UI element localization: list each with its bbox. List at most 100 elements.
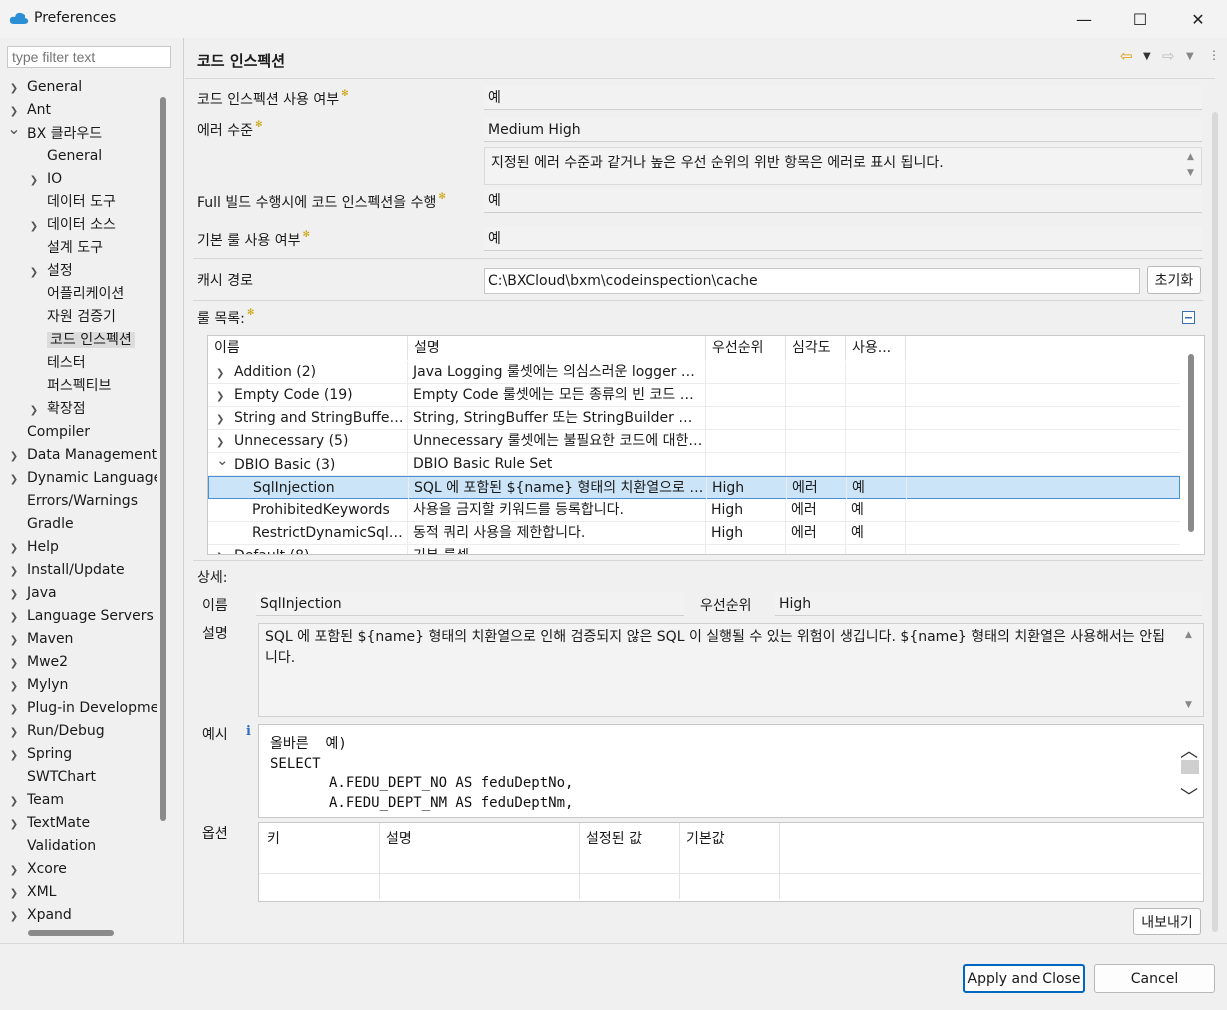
chevron-right-icon[interactable]: ❯ [27, 216, 41, 238]
apply-and-close-button[interactable]: Apply and Close [963, 964, 1085, 993]
scroll-down-icon[interactable]: ▼ [1185, 700, 1192, 710]
example-code-box[interactable]: 올바른 예) SELECT A.FEDU_DEPT_NO AS feduDept… [258, 724, 1204, 818]
forward-dropdown-icon[interactable]: ▼ [1186, 51, 1194, 62]
tree-item[interactable]: ❯ XML [7, 881, 57, 905]
chevron-right-icon[interactable]: ❯ [216, 362, 234, 383]
tree-item[interactable]: 데이터 도구 [27, 191, 116, 213]
chevron-right-icon[interactable]: ❯ [7, 584, 21, 606]
rule-table-row[interactable]: RestrictDynamicSqlRule 동적 쿼리 사용을 제한합니다. Hi… [208, 522, 1180, 545]
tree-item[interactable]: ❯ Run/Debug [7, 720, 105, 742]
example-scroll-thumb[interactable] [1181, 760, 1199, 774]
tree-item[interactable]: ❯ Java [7, 582, 57, 604]
error-level-value[interactable]: Medium High [484, 118, 1202, 142]
chevron-right-icon[interactable]: ❯ [7, 791, 21, 813]
scroll-up-icon[interactable]: ▲ [1187, 152, 1194, 162]
minimize-button[interactable]: — [1061, 0, 1107, 38]
chevron-right-icon[interactable]: ❯ [7, 607, 21, 629]
rule-table-row[interactable]: ProhibitedKeywords 사용을 금지할 키워드를 등록합니다. Hig… [208, 499, 1180, 522]
tree-item[interactable]: ❯ General [7, 76, 82, 98]
rule-table-row[interactable]: ❯ Empty Code (19) Empty Code 룰셋에는 모든 종류의 빈… [208, 384, 1180, 407]
rule-table-row[interactable]: ❯ Addition (2) Java Logging 룰셋에는 의심스러운 log… [208, 361, 1180, 384]
close-button[interactable]: ✕ [1175, 0, 1221, 38]
view-menu-icon[interactable]: ⋮ [1208, 48, 1220, 62]
export-button[interactable]: 내보내기 [1133, 908, 1201, 935]
tree-item[interactable]: SWTChart [7, 766, 96, 788]
chevron-right-icon[interactable]: ❯ [216, 431, 234, 452]
column-header-description[interactable]: 설명 [408, 336, 706, 360]
tree-item[interactable]: ❯ Help [7, 536, 59, 558]
filter-input[interactable] [7, 46, 171, 68]
tree-vertical-scrollbar[interactable] [160, 97, 166, 821]
rule-table-scrollbar[interactable] [1188, 354, 1194, 532]
tree-item[interactable]: ❯ TextMate [7, 812, 90, 834]
tree-item[interactable]: ❯ Dynamic Languages [7, 467, 157, 489]
chevron-right-icon[interactable]: ❯ [7, 78, 21, 100]
tree-item[interactable]: ❯ Xcore [7, 858, 67, 880]
tree-item[interactable]: ❯ Language Servers [7, 605, 154, 627]
chevron-down-icon[interactable]: ⌄ [7, 118, 21, 140]
tree-item[interactable]: 설계 도구 [27, 237, 103, 259]
chevron-right-icon[interactable]: ❯ [216, 408, 234, 429]
tree-item[interactable]: ❯ Xpand [7, 904, 72, 924]
scroll-up-icon[interactable]: ▲ [1185, 630, 1192, 640]
tree-item[interactable]: 어플리케이션 [27, 283, 124, 305]
detail-name-value[interactable]: SqlInjection [256, 592, 684, 616]
back-arrow-icon[interactable]: ⇦ [1120, 47, 1133, 65]
tree-item[interactable]: Compiler [7, 421, 90, 443]
rule-table-row[interactable]: ❯ String and StringBuffer (8) String, Stri… [208, 407, 1180, 430]
tree-item[interactable]: ❯ Data Management [7, 444, 157, 466]
chevron-right-icon[interactable]: ❯ [7, 860, 21, 882]
column-header-severity[interactable]: 심각도 [786, 336, 846, 360]
chevron-down-icon[interactable]: ⌄ [216, 453, 234, 472]
tree-item[interactable]: ❯ Maven [7, 628, 74, 652]
tree-item[interactable]: ❯ Spring [7, 743, 72, 765]
chevron-right-icon[interactable]: ❯ [7, 469, 21, 491]
page-scrollbar[interactable] [1212, 112, 1218, 932]
chevron-right-icon[interactable]: ❯ [7, 745, 21, 767]
options-header-default[interactable]: 기본값 [686, 828, 725, 848]
tree-item[interactable]: ⌄ BX 클라우드 [7, 119, 102, 144]
options-header-key[interactable]: 키 [267, 828, 280, 848]
chevron-right-icon[interactable]: ❯ [27, 170, 41, 192]
chevron-right-icon[interactable]: ❯ [7, 630, 21, 652]
reset-button[interactable]: 초기화 [1147, 266, 1201, 294]
chevron-right-icon[interactable]: ❯ [27, 262, 41, 284]
tree-horizontal-scrollbar[interactable] [28, 930, 114, 936]
back-dropdown-icon[interactable]: ▼ [1143, 51, 1151, 62]
cache-path-input[interactable]: C:\BXCloud\bxm\codeinspection\cache [484, 268, 1140, 294]
detail-priority-value[interactable]: High [775, 592, 1202, 616]
rule-table-row[interactable]: SqlInjection SQL 에 포함된 ${name} 형태의 치환열으로 … [208, 476, 1180, 499]
chevron-right-icon[interactable]: ❯ [7, 906, 21, 924]
tree-item[interactable]: ❯ Mwe2 [7, 651, 68, 673]
chevron-right-icon[interactable]: ❯ [7, 653, 21, 675]
tree-item[interactable]: 퍼스펙티브 [27, 375, 111, 397]
full-build-value[interactable]: 예 [484, 189, 1202, 213]
tree-item[interactable]: General [27, 145, 102, 167]
tree-item[interactable]: ❯ Mylyn [7, 674, 69, 698]
collapse-all-icon[interactable] [1182, 311, 1195, 324]
tree-item[interactable]: ❯ Team [7, 789, 64, 811]
chevron-right-icon[interactable]: ❯ [7, 538, 21, 560]
options-header-value[interactable]: 설정된 값 [586, 828, 642, 848]
chevron-down-icon[interactable]: ﹀ [1180, 783, 1198, 809]
chevron-right-icon[interactable]: ❯ [7, 722, 21, 744]
tree-item[interactable]: Errors/Warnings [7, 490, 138, 512]
rule-table-row[interactable]: ❯Default (8) 기본 룰셋 [208, 545, 1180, 554]
tree-item[interactable]: Gradle [7, 513, 74, 535]
maximize-button[interactable]: ☐ [1117, 0, 1163, 38]
tree-item[interactable]: ❯ 설정 [27, 260, 73, 282]
options-header-description[interactable]: 설명 [386, 828, 412, 848]
chevron-right-icon[interactable]: ❯ [7, 814, 21, 836]
use-inspection-value[interactable]: 예 [484, 86, 1202, 110]
tree-item[interactable]: ❯ 확장점 [27, 398, 86, 420]
chevron-right-icon[interactable]: ❯ [7, 446, 21, 468]
forward-arrow-icon[interactable]: ⇨ [1162, 47, 1175, 65]
chevron-right-icon[interactable]: ❯ [7, 676, 21, 698]
tree-item[interactable]: ❯ Plug-in Development [7, 697, 157, 719]
column-header-name[interactable]: 이름 [208, 336, 408, 360]
rule-table-row[interactable]: ⌄ DBIO Basic (3) DBIO Basic Rule Set [208, 453, 1180, 476]
rule-table-row[interactable]: ❯ Unnecessary (5) Unnecessary 룰셋에는 불필요한 코드… [208, 430, 1180, 453]
tree-item[interactable]: 테스터 [27, 352, 86, 374]
chevron-right-icon[interactable]: ❯ [7, 883, 21, 905]
column-header-use[interactable]: 사용... [846, 336, 906, 360]
